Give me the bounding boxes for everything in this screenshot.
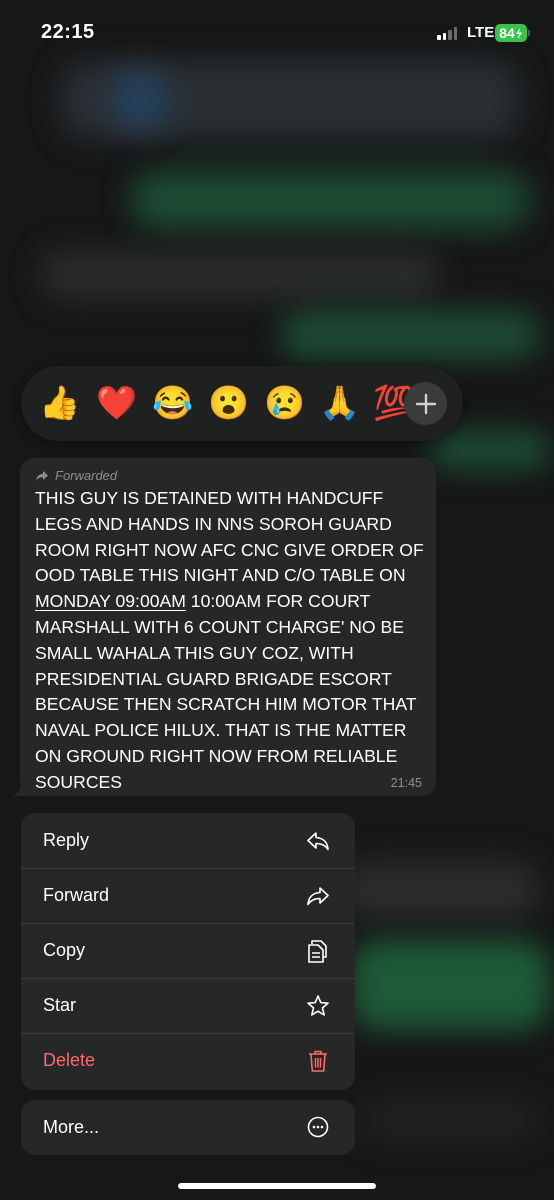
reaction-thumbs-up[interactable]: 👍 (39, 384, 80, 422)
forwarded-arrow-icon (36, 470, 48, 481)
message-date-link[interactable]: MONDAY 09:00AM (35, 591, 186, 611)
menu-forward-label: Forward (43, 885, 110, 905)
menu-more-label: More... (43, 1117, 100, 1137)
forwarded-label: Forwarded (55, 468, 118, 483)
reply-icon (307, 832, 329, 851)
message-text: THIS GUY IS DETAINED WITH HANDCUFF LEGS … (35, 486, 430, 796)
status-time: 22:15 (41, 21, 95, 43)
message-time: 21:45 (390, 776, 422, 790)
menu-reply-label: Reply (43, 830, 90, 850)
signal-icon (437, 27, 457, 40)
reaction-heart[interactable]: ❤️ (96, 384, 137, 422)
reaction-laugh[interactable]: 😂 (152, 384, 193, 422)
plus-icon (415, 393, 436, 414)
menu-delete[interactable]: Delete (21, 1033, 355, 1088)
menu-reply[interactable]: Reply (21, 813, 355, 869)
status-bar: 22:15 LTE 84 (0, 0, 554, 66)
star-icon (307, 995, 329, 1016)
battery-level: 84 (499, 25, 515, 41)
menu-copy-label: Copy (43, 940, 86, 960)
trash-icon (309, 1050, 327, 1072)
menu-more[interactable]: More... (21, 1100, 355, 1155)
reaction-cry[interactable]: 😢 (264, 384, 305, 422)
add-reaction-button[interactable] (404, 382, 447, 425)
menu-delete-label: Delete (43, 1050, 96, 1070)
menu-forward[interactable]: Forward (21, 868, 355, 924)
forwarded-indicator: Forwarded (35, 468, 117, 483)
message-text-part: THIS GUY IS DETAINED WITH HANDCUFF LEGS … (35, 488, 424, 586)
battery-tip (528, 30, 530, 36)
menu-star[interactable]: Star (21, 978, 355, 1034)
forward-icon (307, 887, 329, 906)
message-text-part: 10:00AM FOR COURT MARSHALL WITH 6 COUNT … (35, 591, 417, 792)
copy-icon (308, 940, 327, 963)
battery-icon: 84 (495, 24, 527, 42)
menu-star-label: Star (43, 995, 77, 1015)
network-type: LTE (467, 24, 495, 41)
home-indicator[interactable] (178, 1183, 376, 1189)
message-bubble[interactable]: Forwarded THIS GUY IS DETAINED WITH HAND… (20, 458, 436, 796)
menu-copy[interactable]: Copy (21, 923, 355, 979)
charging-icon (515, 27, 522, 39)
reaction-surprised[interactable]: 😮 (208, 384, 249, 422)
reaction-pray[interactable]: 🙏 (319, 384, 360, 422)
more-icon (307, 1116, 329, 1138)
reaction-bar: 👍 ❤️ 😂 😮 😢 🙏 💯 (21, 366, 463, 441)
context-menu: Reply Forward Copy Star Delete (21, 813, 355, 1090)
